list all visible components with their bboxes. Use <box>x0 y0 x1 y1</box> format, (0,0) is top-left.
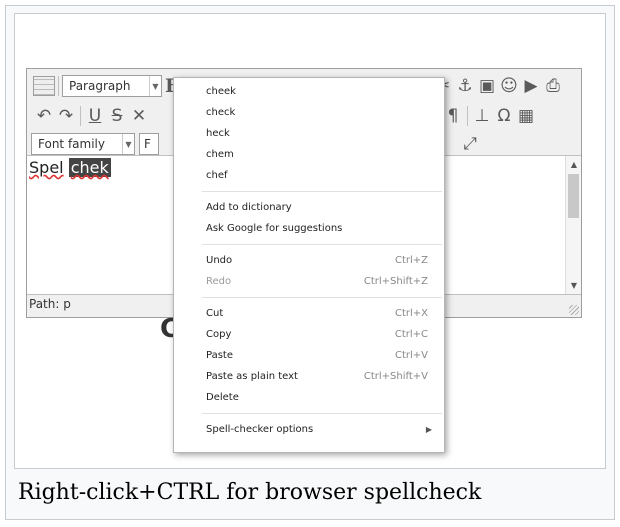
image-icon[interactable]: ▣ <box>476 75 498 97</box>
font-size-value: F <box>144 137 151 151</box>
undo-label: Undo <box>206 255 233 266</box>
submenu-arrow-icon: ▶ <box>425 425 432 434</box>
undo-icon[interactable]: ↶ <box>33 105 55 127</box>
cut-item[interactable]: Cut Ctrl+X <box>174 303 444 324</box>
redo-label: Redo <box>206 276 232 287</box>
misspelled-word-selected[interactable]: chek <box>68 158 111 177</box>
emoticon-icon[interactable]: ☺ <box>498 75 520 97</box>
paragraph-mark-icon[interactable]: ¶ <box>442 105 464 127</box>
paste-label: Paste <box>206 350 233 361</box>
redo-shortcut: Ctrl+Shift+Z <box>363 276 428 287</box>
menu-divider <box>202 191 442 192</box>
figure-caption: Right-click+CTRL for browser spellcheck <box>18 480 482 505</box>
suggestion-item[interactable]: check <box>174 102 444 123</box>
block-format-value: Paragraph <box>69 79 131 93</box>
template-icon[interactable]: ⎙ <box>542 75 564 97</box>
paste-plain-label: Paste as plain text <box>206 371 298 382</box>
suggestion-item[interactable]: heck <box>174 123 444 144</box>
vertical-scrollbar[interactable]: ▲ ▼ <box>565 156 581 294</box>
ask-google-item[interactable]: Ask Google for suggestions <box>174 218 444 239</box>
fullscreen-icon[interactable]: ⤢ <box>459 133 481 155</box>
context-menu: cheek check heck chem chef Add to dictio… <box>173 77 445 453</box>
chevron-down-icon: ▼ <box>149 76 161 96</box>
font-family-value: Font family <box>38 137 105 151</box>
paste-plain-text-item[interactable]: Paste as plain text Ctrl+Shift+V <box>174 366 444 387</box>
cut-label: Cut <box>206 308 224 319</box>
undo-item[interactable]: Undo Ctrl+Z <box>174 250 444 271</box>
status-path: Path: p <box>29 297 71 311</box>
undo-shortcut: Ctrl+Z <box>394 255 428 266</box>
font-family-select[interactable]: Font family ▼ <box>31 133 135 155</box>
toolbar-divider <box>58 76 59 96</box>
toolbar-divider <box>467 106 468 126</box>
special-char-icon[interactable]: Ω <box>493 105 515 127</box>
underline-icon[interactable]: U <box>84 105 106 127</box>
toolbar-divider <box>80 106 81 126</box>
paste-item[interactable]: Paste Ctrl+V <box>174 345 444 366</box>
suggestion-item[interactable]: chem <box>174 144 444 165</box>
block-format-select[interactable]: Paragraph ▼ <box>62 75 162 97</box>
resize-grip-icon[interactable] <box>569 305 579 315</box>
insert-icon[interactable]: ⊥ <box>471 105 493 127</box>
menu-divider <box>202 244 442 245</box>
anchor-icon[interactable]: ⚓ <box>454 75 476 97</box>
cut-shortcut: Ctrl+X <box>394 308 428 319</box>
suggestion-item[interactable]: cheek <box>174 81 444 102</box>
paste-shortcut: Ctrl+V <box>394 350 428 361</box>
strikethrough-icon[interactable]: S <box>106 105 128 127</box>
paste-plain-shortcut: Ctrl+Shift+V <box>363 371 428 382</box>
copy-item[interactable]: Copy Ctrl+C <box>174 324 444 345</box>
menu-divider <box>202 413 442 414</box>
chevron-down-icon: ▼ <box>122 134 134 154</box>
correct-word: Spel <box>29 158 64 177</box>
copy-label: Copy <box>206 329 232 340</box>
table-grid-icon[interactable] <box>33 76 55 96</box>
menu-divider <box>202 297 442 298</box>
suggestion-item[interactable]: chef <box>174 165 444 186</box>
copy-shortcut: Ctrl+C <box>394 329 428 340</box>
spell-checker-options-item[interactable]: Spell-checker options ▶ <box>174 419 444 440</box>
scroll-up-icon[interactable]: ▲ <box>566 160 582 169</box>
spell-options-label: Spell-checker options <box>206 424 314 435</box>
scrollbar-thumb[interactable] <box>568 174 579 218</box>
editor-text: Spel chek <box>29 158 111 177</box>
delete-item[interactable]: Delete <box>174 387 444 408</box>
redo-item: Redo Ctrl+Shift+Z <box>174 271 444 292</box>
scroll-down-icon[interactable]: ▼ <box>566 281 582 290</box>
font-size-select[interactable]: F <box>139 133 159 155</box>
media-icon[interactable]: ▶ <box>520 75 542 97</box>
table-icon[interactable]: ▦ <box>515 105 537 127</box>
add-to-dictionary-item[interactable]: Add to dictionary <box>174 197 444 218</box>
redo-icon[interactable]: ↷ <box>55 105 77 127</box>
remove-format-icon[interactable]: ✕ <box>128 105 150 127</box>
